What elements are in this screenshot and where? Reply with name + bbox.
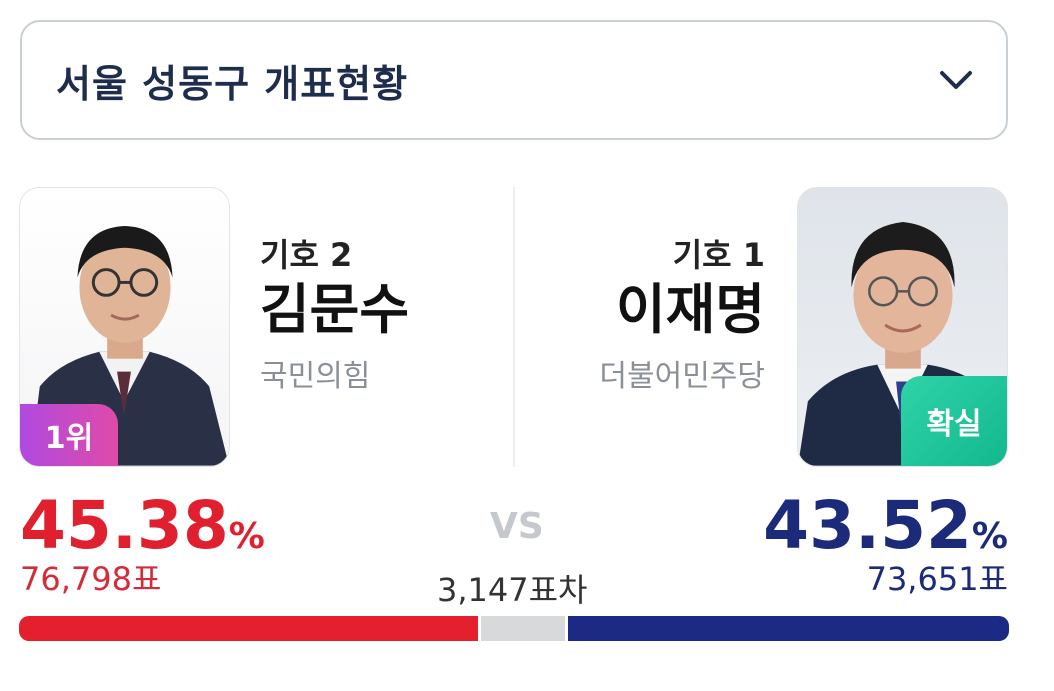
candidate-info-left: 기호 2 김문수 국민의힘 <box>260 236 520 395</box>
candidate-photo-left: 1위 <box>19 187 230 467</box>
vote-bar-left <box>19 616 479 641</box>
candidate-number: 기호 1 <box>672 236 765 274</box>
percent-value: 45.38 <box>20 487 229 564</box>
vote-percent-right: 43.52% <box>763 493 1008 559</box>
vote-count-left: 76,798표 <box>20 560 162 598</box>
vote-count-right: 73,651표 <box>866 560 1008 598</box>
chevron-down-icon[interactable] <box>936 60 976 100</box>
page-title: 서울 성동구 개표현황 <box>56 61 409 106</box>
candidate-name: 김문수 <box>260 278 410 342</box>
percent-unit: % <box>971 516 1008 557</box>
candidate-party: 국민의힘 <box>260 359 371 395</box>
status-badge: 확실 <box>901 376 1007 466</box>
rank-badge: 1위 <box>20 404 118 466</box>
vote-percent-left: 45.38% <box>20 493 265 559</box>
vote-difference: 3,147표차 <box>437 571 588 609</box>
region-dropdown[interactable]: 서울 성동구 개표현황 <box>20 20 1008 140</box>
percent-value: 43.52 <box>763 487 972 564</box>
candidate-party: 더불어민주당 <box>599 359 765 395</box>
vs-label: VS <box>490 506 544 547</box>
candidate-photo-right: 확실 <box>797 187 1008 467</box>
vote-bar-right <box>568 616 1009 641</box>
candidate-number: 기호 2 <box>260 236 353 274</box>
candidate-info-right: 기호 1 이재명 더불어민주당 <box>505 236 765 395</box>
percent-unit: % <box>228 516 265 557</box>
candidate-name: 이재명 <box>615 278 765 342</box>
vote-share-bar <box>19 616 1009 641</box>
vote-bar-gap <box>481 616 566 641</box>
